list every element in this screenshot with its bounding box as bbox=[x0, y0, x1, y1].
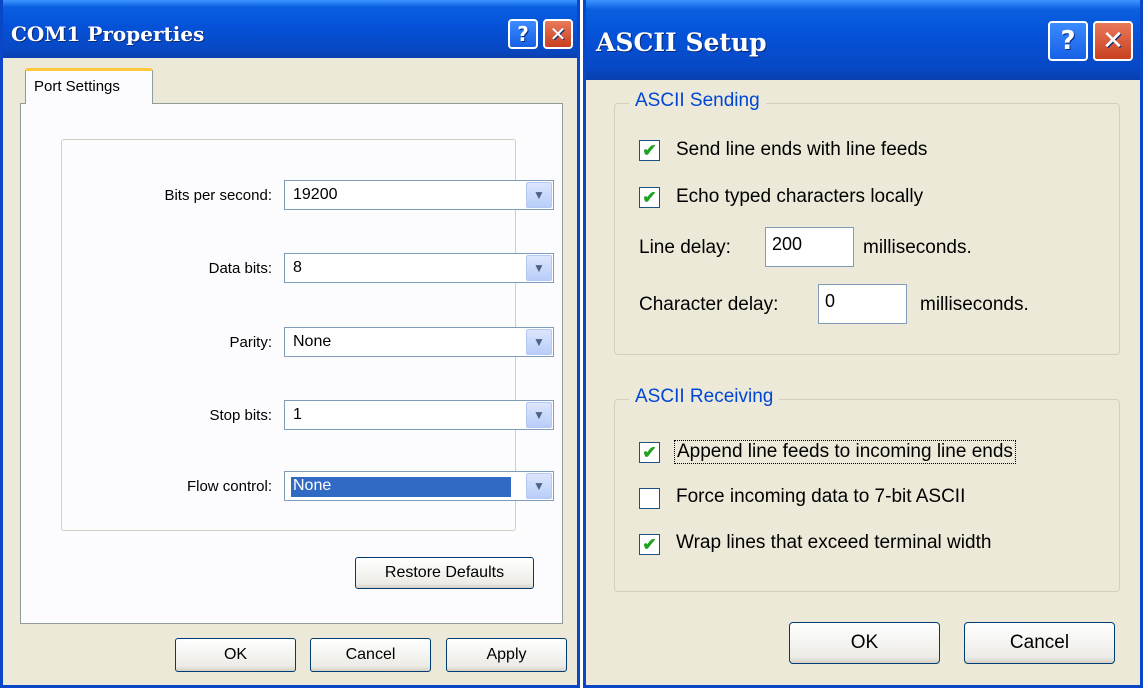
send-line-ends-checkbox[interactable]: ✔ bbox=[639, 140, 660, 161]
data-bits-value: 8 bbox=[293, 259, 302, 276]
force-7bit-label[interactable]: Force incoming data to 7-bit ASCII bbox=[676, 486, 965, 508]
ok-button[interactable]: OK bbox=[789, 622, 940, 664]
echo-typed-label[interactable]: Echo typed characters locally bbox=[676, 186, 923, 208]
checkmark-icon: ✔ bbox=[642, 534, 657, 554]
chevron-down-icon[interactable]: ▼ bbox=[526, 329, 552, 355]
data-bits-select[interactable]: 8 ▼ bbox=[284, 253, 554, 283]
flow-control-select[interactable]: None ▼ bbox=[284, 471, 554, 501]
data-bits-label: Data bits: bbox=[208, 260, 272, 277]
wrap-lines-label[interactable]: Wrap lines that exceed terminal width bbox=[676, 532, 991, 554]
chevron-down-icon[interactable]: ▼ bbox=[526, 402, 552, 428]
character-delay-unit: milliseconds. bbox=[920, 294, 1029, 315]
append-line-feeds-checkbox[interactable]: ✔ bbox=[639, 442, 660, 463]
help-icon: ? bbox=[1060, 26, 1076, 56]
tab-port-settings[interactable]: Port Settings bbox=[25, 68, 153, 104]
ascii-sending-group: ASCII Sending ✔ Send line ends with line… bbox=[614, 90, 1120, 355]
checkmark-icon: ✔ bbox=[642, 187, 657, 207]
dialog-title: COM1 Properties bbox=[11, 22, 205, 46]
cancel-button[interactable]: Cancel bbox=[310, 638, 431, 672]
wrap-lines-checkbox[interactable]: ✔ bbox=[639, 534, 660, 555]
character-delay-field[interactable]: 0 bbox=[818, 284, 907, 324]
stop-bits-value: 1 bbox=[293, 406, 302, 423]
ok-button[interactable]: OK bbox=[175, 638, 296, 672]
title-bar: ASCII Setup ? ✕ bbox=[586, 0, 1140, 80]
line-delay-label: Line delay: bbox=[639, 237, 731, 258]
line-delay-unit: milliseconds. bbox=[863, 237, 972, 258]
close-button[interactable]: ✕ bbox=[543, 19, 573, 49]
flow-control-value: None bbox=[291, 477, 511, 497]
close-button[interactable]: ✕ bbox=[1093, 21, 1133, 61]
checkmark-icon: ✔ bbox=[642, 140, 657, 160]
force-7bit-checkbox[interactable] bbox=[639, 488, 660, 509]
echo-typed-checkbox[interactable]: ✔ bbox=[639, 187, 660, 208]
parity-select[interactable]: None ▼ bbox=[284, 327, 554, 357]
parity-value: None bbox=[293, 333, 332, 350]
help-icon: ? bbox=[517, 22, 529, 46]
character-delay-label: Character delay: bbox=[639, 294, 779, 315]
settings-frame: Bits per second: 19200 ▼ Data bits: 8 ▼ … bbox=[61, 139, 554, 531]
close-icon: ✕ bbox=[549, 22, 567, 46]
flow-control-label: Flow control: bbox=[186, 478, 272, 495]
bits-per-second-label: Bits per second: bbox=[164, 187, 272, 204]
restore-defaults-button[interactable]: Restore Defaults bbox=[355, 557, 534, 589]
cancel-button[interactable]: Cancel bbox=[964, 622, 1115, 664]
dialog-title: ASCII Setup bbox=[596, 28, 767, 57]
help-button[interactable]: ? bbox=[508, 19, 538, 49]
stop-bits-select[interactable]: 1 ▼ bbox=[284, 400, 554, 430]
append-line-feeds-label[interactable]: Append line feeds to incoming line ends bbox=[674, 440, 1016, 464]
apply-button[interactable]: Apply bbox=[446, 638, 567, 672]
help-button[interactable]: ? bbox=[1048, 21, 1088, 61]
chevron-down-icon[interactable]: ▼ bbox=[526, 255, 552, 281]
port-settings-panel: Bits per second: 19200 ▼ Data bits: 8 ▼ … bbox=[20, 103, 563, 624]
ascii-receiving-legend: ASCII Receiving bbox=[629, 386, 780, 408]
send-line-ends-label[interactable]: Send line ends with line feeds bbox=[676, 139, 927, 161]
stop-bits-label: Stop bits: bbox=[209, 407, 272, 424]
checkmark-icon: ✔ bbox=[642, 442, 657, 462]
ascii-setup-dialog: ASCII Setup ? ✕ ASCII Sending ✔ Send lin… bbox=[583, 0, 1143, 688]
chevron-down-icon[interactable]: ▼ bbox=[526, 473, 552, 499]
bits-per-second-select[interactable]: 19200 ▼ bbox=[284, 180, 554, 210]
chevron-down-icon[interactable]: ▼ bbox=[526, 182, 552, 208]
bits-per-second-value: 19200 bbox=[293, 186, 338, 203]
ascii-sending-legend: ASCII Sending bbox=[629, 90, 766, 112]
parity-label: Parity: bbox=[229, 334, 272, 351]
line-delay-field[interactable]: 200 bbox=[765, 227, 854, 267]
title-bar: COM1 Properties ? ✕ bbox=[3, 0, 577, 58]
com1-properties-dialog: COM1 Properties ? ✕ Port Settings Bits p… bbox=[0, 0, 580, 688]
ascii-receiving-group: ASCII Receiving ✔ Append line feeds to i… bbox=[614, 386, 1120, 592]
close-icon: ✕ bbox=[1102, 26, 1124, 56]
